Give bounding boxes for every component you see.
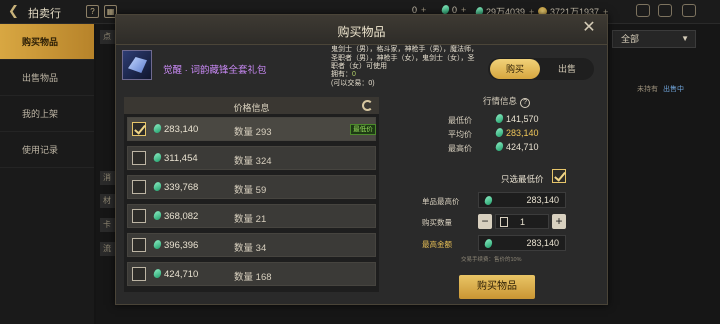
- highest-price-label: 最高价: [448, 144, 472, 153]
- sidebar-item-history[interactable]: 使用记录: [0, 132, 94, 168]
- price-row[interactable]: 368,082 数量 21: [127, 204, 376, 228]
- average-price-value: 283,140: [494, 127, 539, 138]
- gem-icon: [152, 239, 163, 250]
- gem-icon: [152, 268, 163, 279]
- lowest-price-label: 最低价: [448, 116, 472, 125]
- bg-note-selling: 出售中: [663, 86, 684, 93]
- gem-icon: [152, 210, 163, 221]
- highest-price-value: 424,710: [494, 141, 539, 152]
- market-info-label: 行情信息?: [483, 95, 531, 108]
- price-row[interactable]: 283,140 数量 293 最低价: [127, 117, 376, 141]
- quantity-label: 购买数量: [422, 218, 452, 227]
- tab-buy[interactable]: 购买: [490, 59, 540, 79]
- row-checkbox[interactable]: [132, 122, 146, 136]
- price-table: 价格信息 283,140 数量 293 最低价 311,454 数量 324 339,76…: [124, 97, 379, 292]
- row-quantity: 数量 168: [234, 272, 272, 283]
- row-quantity: 数量 293: [234, 127, 272, 138]
- page-title: 拍卖行: [28, 8, 61, 20]
- dialog-title: 购买物品: [337, 25, 386, 39]
- refresh-icon[interactable]: [362, 100, 373, 111]
- tab-sell[interactable]: 出售: [542, 59, 592, 79]
- total-max-field: 283,140: [478, 235, 566, 251]
- average-price-label: 平均价: [448, 130, 472, 139]
- item-description: 鬼剑士（男），格斗家，神枪手（男），魔法师，圣职者（男），神枪手（女），鬼剑士（…: [331, 46, 478, 70]
- sidebar-item-my-listings[interactable]: 我的上架: [0, 96, 94, 132]
- help-icon[interactable]: ?: [86, 5, 99, 18]
- fee-note: 交易手续费：售价的10%: [461, 257, 522, 263]
- calculator-icon[interactable]: [500, 217, 508, 227]
- menu-icon[interactable]: [682, 4, 696, 17]
- unit-max-price-field[interactable]: 283,140: [478, 192, 566, 208]
- gem-icon: [152, 123, 163, 134]
- category-filter-dropdown[interactable]: 全部 ▼: [612, 30, 696, 48]
- row-quantity: 数量 34: [234, 243, 267, 254]
- bg-note-not-owned: 未持有: [637, 86, 658, 93]
- price-row[interactable]: 424,710 数量 168: [127, 262, 376, 286]
- row-checkbox[interactable]: [132, 180, 146, 194]
- only-lowest-checkbox[interactable]: [552, 169, 566, 183]
- chevron-down-icon: ▼: [681, 34, 689, 43]
- gem-icon: [494, 113, 505, 124]
- buy-sell-toggle: 购买 出售: [488, 58, 594, 80]
- row-quantity: 数量 21: [234, 214, 267, 225]
- gem-icon: [483, 238, 494, 249]
- quantity-increase-button[interactable]: +: [552, 214, 566, 229]
- close-icon[interactable]: ✕: [581, 20, 597, 36]
- help-icon[interactable]: ?: [520, 98, 531, 108]
- sidebar-item-sell[interactable]: 出售物品: [0, 60, 94, 96]
- total-max-label: 最高金额: [422, 240, 452, 249]
- lowest-price-value: 141,570: [494, 113, 539, 124]
- gem-icon: [494, 141, 505, 152]
- row-quantity: 数量 324: [234, 156, 272, 167]
- gem-icon: [152, 181, 163, 192]
- item-thumbnail[interactable]: [122, 50, 152, 80]
- row-checkbox[interactable]: [132, 267, 146, 281]
- row-quantity: 数量 59: [234, 185, 267, 196]
- bag-icon[interactable]: [658, 4, 672, 17]
- buy-item-button[interactable]: 购买物品: [459, 275, 535, 299]
- gem-icon: [494, 127, 505, 138]
- row-checkbox[interactable]: [132, 238, 146, 252]
- lowest-price-badge: 最低价: [350, 124, 376, 135]
- sidebar-item-buy[interactable]: 购买物品: [0, 24, 94, 60]
- price-row[interactable]: 396,396 数量 34: [127, 233, 376, 257]
- quantity-field[interactable]: 1: [495, 214, 549, 229]
- only-lowest-label: 只选最低价: [501, 174, 544, 184]
- price-table-header: 价格信息: [124, 97, 379, 114]
- row-price: 283,140: [152, 123, 198, 135]
- gift-pack-icon: [128, 57, 147, 73]
- row-price: 339,768: [152, 181, 198, 193]
- sidebar: 购买物品 出售物品 我的上架 使用记录: [0, 24, 94, 324]
- back-arrow-icon[interactable]: ❮: [8, 4, 22, 18]
- quantity-decrease-button[interactable]: −: [478, 214, 492, 229]
- row-checkbox[interactable]: [132, 151, 146, 165]
- row-price: 396,396: [152, 239, 198, 251]
- price-row[interactable]: 311,454 数量 324: [127, 146, 376, 170]
- row-checkbox[interactable]: [132, 209, 146, 223]
- buy-item-dialog: 购买物品 ✕ 觉醒 · 词韵藏锋全套礼包 鬼剑士（男），格斗家，神枪手（男），魔…: [115, 14, 608, 305]
- gem-icon: [152, 152, 163, 163]
- item-owned: 拥有：0 (可以交易：0): [331, 71, 375, 87]
- gem-icon: [483, 195, 494, 206]
- dialog-header: 购买物品 ✕: [116, 15, 607, 45]
- item-name: 觉醒 · 词韵藏锋全套礼包: [163, 65, 267, 76]
- row-price: 311,454: [152, 152, 198, 164]
- price-row[interactable]: 339,768 数量 59: [127, 175, 376, 199]
- unit-max-price-label: 单品最高价: [422, 197, 460, 206]
- row-price: 368,082: [152, 210, 198, 222]
- row-price: 424,710: [152, 268, 198, 280]
- mail-icon[interactable]: [636, 4, 650, 17]
